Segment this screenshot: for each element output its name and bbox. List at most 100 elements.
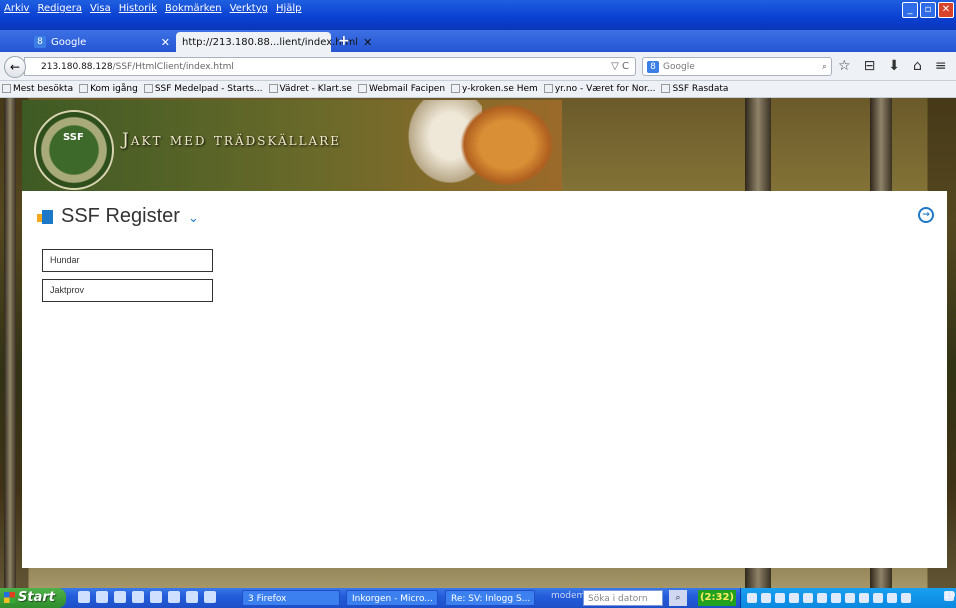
quicklaunch-icon[interactable] [78,591,90,603]
app-logo-icon [37,209,53,224]
menu-redigera[interactable]: Redigera [37,3,82,14]
jaktprov-button[interactable]: Jaktprov [42,279,213,302]
bookmark-folder-icon [2,84,11,93]
start-button[interactable]: Start [0,588,66,608]
search-icon[interactable]: ⌕ [822,62,827,72]
navigation-bar: 213.180.88.128 /SSF/HtmlClient/index.htm… [0,52,956,81]
maximize-button[interactable]: ▫ [920,2,936,18]
page-icon [451,84,461,93]
tray-icon[interactable] [873,593,883,603]
bookmark-item[interactable]: yr.no - Været for Nor... [543,84,656,94]
tray-icon[interactable] [887,593,897,603]
quicklaunch-icon[interactable] [150,591,162,603]
quicklaunch-icon[interactable] [132,591,144,603]
menu-hjalp[interactable]: Hjälp [276,3,302,14]
app-title[interactable]: SSF Register ⌄ [37,205,199,228]
close-tab-icon[interactable]: ✕ [363,36,372,49]
search-bar[interactable]: 8 Google ⌕ [642,57,832,76]
tray-icon[interactable] [831,593,841,603]
toolbar-icons: ☆ ⊟ ⬇ ⌂ ≡ [838,58,947,74]
tray-icon[interactable] [901,593,911,603]
quicklaunch-icon[interactable] [96,591,108,603]
tray-icon[interactable] [845,593,855,603]
bookmark-item[interactable]: Vädret - Klart.se [268,84,352,94]
tab-label: http://213.180.88...lient/index.html [182,36,359,48]
tree-trunk-decoration [4,98,16,588]
taskbar: Start 3 Firefox Inkorgen - Micro... Re: … [0,588,956,608]
hundar-button[interactable]: Hundar [42,249,213,272]
quicklaunch-icon[interactable] [204,591,216,603]
tab-ssf-register[interactable]: http://213.180.88...lient/index.html ✕ [176,32,372,52]
bookmarks-list-icon[interactable]: ⊟ [864,58,876,74]
logout-icon[interactable]: → [918,207,934,223]
bookmark-label: Mest besökta [13,84,74,94]
modem-label: modem [551,591,586,601]
banner-title: Jakt med trädskällare [122,130,342,150]
close-tab-icon[interactable]: ✕ [161,36,170,49]
reload-icon[interactable]: ▽ C [611,61,629,72]
minimize-button[interactable]: _ [902,2,918,18]
bookmark-star-icon[interactable]: ☆ [838,58,851,74]
menu-visa[interactable]: Visa [90,3,111,14]
tab-label: Google [51,36,87,48]
bookmark-label: yr.no - Været for Nor... [554,84,656,94]
tray-icon[interactable] [803,593,813,603]
bookmark-item[interactable]: Mest besökta [2,84,73,94]
url-path: /SSF/HtmlClient/index.html [112,61,234,72]
tab-google[interactable]: 8 Google ✕ [28,32,176,52]
timer-badge: (2:32) [698,590,736,606]
tray-icon[interactable] [817,593,827,603]
back-arrow-icon: ← [9,60,21,74]
dog-image [452,105,562,193]
logo-text: SSF [63,132,84,143]
tray-icon[interactable] [747,593,757,603]
chevron-down-icon: ⌄ [187,211,199,226]
taskbar-search-input[interactable]: Söka i datorn [583,590,663,606]
menu-bokmarken[interactable]: Bokmärken [165,3,222,14]
download-icon[interactable]: ⬇ [888,58,900,74]
menu-bar: Arkiv Redigera Visa Historik Bokmärken V… [0,0,956,30]
google-icon: 8 [647,60,659,73]
new-tab-button[interactable]: + [338,33,350,49]
bookmark-item[interactable]: SSF Medelpad - Starts... [143,84,263,94]
search-icon[interactable]: ⌕ [669,590,687,606]
window-controls: _ ▫ ✕ [902,2,954,18]
taskbar-item-firefox[interactable]: 3 Firefox [242,590,340,606]
bookmarks-toolbar: Mest besökta Kom igång SSF Medelpad - St… [0,81,956,98]
page-icon [661,84,671,93]
taskbar-item-inbox[interactable]: Inkorgen - Micro... [346,590,438,606]
page-background: SSF Jakt med trädskällare SSF Register ⌄… [0,98,956,588]
quicklaunch-icon[interactable] [114,591,126,603]
app-content: SSF Register ⌄ → Hundar Jaktprov [22,191,947,568]
url-host: 213.180.88.128 [41,61,113,72]
tray-icon[interactable] [775,593,785,603]
bookmark-label: Webmail Facipen [368,84,446,94]
bookmark-item[interactable]: Webmail Facipen [357,84,446,94]
url-bar[interactable]: 213.180.88.128 /SSF/HtmlClient/index.htm… [24,57,636,76]
bookmark-item[interactable]: Kom igång [79,84,138,94]
taskbar-item-email[interactable]: Re: SV: Inlogg S... [445,590,535,606]
menu-icon[interactable]: ≡ [935,58,947,74]
menu-arkiv[interactable]: Arkiv [4,3,29,14]
tab-strip: 8 Google ✕ http://213.180.88...lient/ind… [0,30,956,52]
quicklaunch-icon[interactable] [168,591,180,603]
clock: 19:5 [944,591,956,601]
back-button[interactable]: ← [4,56,26,78]
start-label: Start [18,590,55,605]
quicklaunch-icon[interactable] [186,591,198,603]
bookmark-label: Kom igång [90,84,138,94]
windows-flag-icon [4,592,15,603]
tray-icon[interactable] [761,593,771,603]
bookmark-item[interactable]: y-kroken.se Hem [451,84,538,94]
close-window-button[interactable]: ✕ [938,2,954,18]
search-placeholder: Google [663,61,695,72]
menu-verktyg[interactable]: Verktyg [230,3,268,14]
bookmark-item[interactable]: SSF Rasdata [661,84,728,94]
club-logo: SSF [34,110,114,190]
home-icon[interactable]: ⌂ [913,58,922,74]
menu-historik[interactable]: Historik [119,3,157,14]
tray-icon[interactable] [789,593,799,603]
quick-launch [78,591,216,603]
bookmark-label: SSF Rasdata [672,84,729,94]
tray-icon[interactable] [859,593,869,603]
